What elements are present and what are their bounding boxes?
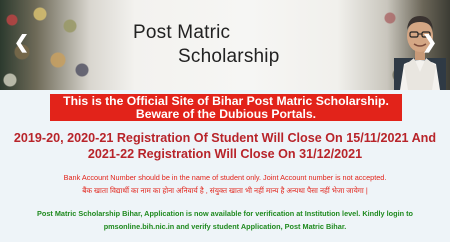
application-note-line-1: Post Matric Scholarship Bihar, Applicati…	[37, 209, 413, 218]
registration-line-1: 2019-20, 2020-21 Registration Of Student…	[13, 131, 437, 145]
chevron-left-icon[interactable]: ❮	[14, 33, 29, 51]
notice-line-2: Beware of the Dubious Portals.	[135, 107, 317, 121]
chevron-right-icon[interactable]: ❯	[422, 33, 437, 51]
application-note-line-2: pmsonline.bih.nic.in and verify student …	[103, 222, 347, 231]
chief-minister-portrait	[394, 16, 446, 90]
header-banner: Post Matric Scholarship ❮ ❯	[0, 0, 450, 90]
application-verification-notice: Post Matric Scholarship Bihar, Applicati…	[0, 207, 450, 233]
banner-title: Post Matric	[133, 22, 231, 43]
bank-note-hindi: बैंक खाता विद्यार्थी का नाम का होना अनिव…	[82, 186, 368, 195]
registration-line-2: 2021-22 Registration Will Close On 31/12…	[87, 147, 363, 161]
registration-closing-dates: 2019-20, 2020-21 Registration Of Student…	[0, 130, 450, 162]
banner-subtitle: Scholarship	[178, 46, 280, 67]
official-site-notice: This is the Official Site of Bihar Post …	[50, 94, 402, 121]
bank-account-notice: Bank Account Number should be in the nam…	[0, 171, 450, 197]
bank-note-english: Bank Account Number should be in the nam…	[63, 173, 387, 182]
